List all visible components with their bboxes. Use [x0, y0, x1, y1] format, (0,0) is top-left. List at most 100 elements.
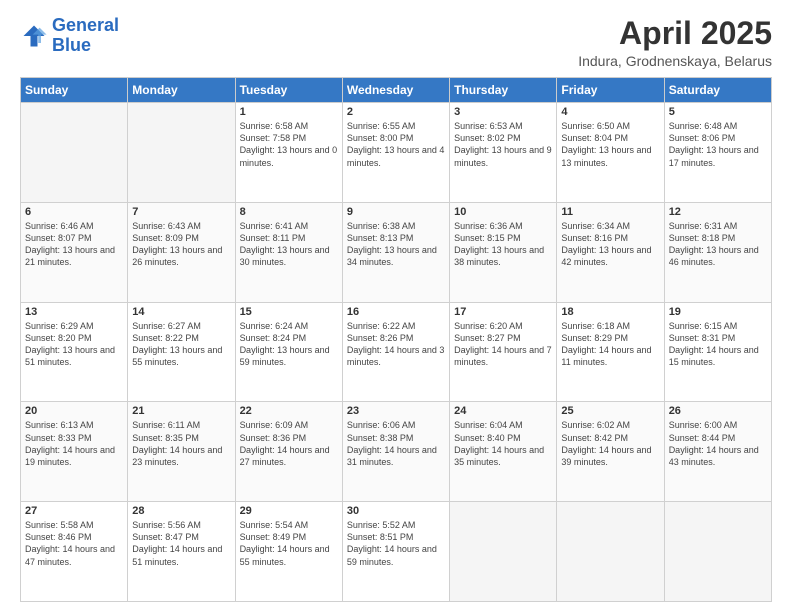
header: General Blue April 2025 Indura, Grodnens… [20, 16, 772, 69]
day-info: Sunrise: 6:09 AM Sunset: 8:36 PM Dayligh… [240, 419, 338, 468]
calendar-cell [450, 502, 557, 602]
day-info: Sunrise: 6:46 AM Sunset: 8:07 PM Dayligh… [25, 220, 123, 269]
weekday-header-tuesday: Tuesday [235, 78, 342, 103]
calendar-cell: 5 Sunrise: 6:48 AM Sunset: 8:06 PM Daylig… [664, 103, 771, 203]
calendar-cell: 20 Sunrise: 6:13 AM Sunset: 8:33 PM Dayli… [21, 402, 128, 502]
day-info: Sunrise: 6:20 AM Sunset: 8:27 PM Dayligh… [454, 320, 552, 369]
day-number: 15 [240, 306, 338, 318]
day-info: Sunrise: 6:31 AM Sunset: 8:18 PM Dayligh… [669, 220, 767, 269]
day-number: 9 [347, 206, 445, 218]
day-info: Sunrise: 6:11 AM Sunset: 8:35 PM Dayligh… [132, 419, 230, 468]
day-number: 26 [669, 405, 767, 417]
day-number: 27 [25, 505, 123, 517]
calendar-cell: 7 Sunrise: 6:43 AM Sunset: 8:09 PM Daylig… [128, 202, 235, 302]
day-info: Sunrise: 6:18 AM Sunset: 8:29 PM Dayligh… [561, 320, 659, 369]
day-number: 24 [454, 405, 552, 417]
day-info: Sunrise: 6:29 AM Sunset: 8:20 PM Dayligh… [25, 320, 123, 369]
calendar-cell: 14 Sunrise: 6:27 AM Sunset: 8:22 PM Dayli… [128, 302, 235, 402]
weekday-header-monday: Monday [128, 78, 235, 103]
calendar-cell: 2 Sunrise: 6:55 AM Sunset: 8:00 PM Daylig… [342, 103, 449, 203]
calendar-cell: 28 Sunrise: 5:56 AM Sunset: 8:47 PM Dayli… [128, 502, 235, 602]
calendar-body: 1Sunrise: 6:58 AM Sunset: 7:58 PM Daylig… [21, 103, 772, 602]
day-number: 16 [347, 306, 445, 318]
calendar-cell: 25 Sunrise: 6:02 AM Sunset: 8:42 PM Dayli… [557, 402, 664, 502]
calendar-cell [557, 502, 664, 602]
logo-line1: General [52, 15, 119, 35]
week-row-2: 6 Sunrise: 6:46 AM Sunset: 8:07 PM Daylig… [21, 202, 772, 302]
calendar-cell: 19Sunrise: 6:15 AM Sunset: 8:31 PM Dayli… [664, 302, 771, 402]
day-info: Sunrise: 6:04 AM Sunset: 8:40 PM Dayligh… [454, 419, 552, 468]
calendar-cell: 11 Sunrise: 6:34 AM Sunset: 8:16 PM Dayli… [557, 202, 664, 302]
day-info: Sunrise: 6:22 AM Sunset: 8:26 PM Dayligh… [347, 320, 445, 369]
day-info: Sunrise: 6:48 AM Sunset: 8:06 PM Dayligh… [669, 120, 767, 169]
day-number: 18 [561, 306, 659, 318]
day-info: Sunrise: 6:34 AM Sunset: 8:16 PM Dayligh… [561, 220, 659, 269]
day-info: Sunrise: 6:27 AM Sunset: 8:22 PM Dayligh… [132, 320, 230, 369]
calendar-cell: 27 Sunrise: 5:58 AM Sunset: 8:46 PM Dayli… [21, 502, 128, 602]
day-info: Sunrise: 6:13 AM Sunset: 8:33 PM Dayligh… [25, 419, 123, 468]
day-number: 25 [561, 405, 659, 417]
day-number: 3 [454, 106, 552, 118]
day-number: 29 [240, 505, 338, 517]
day-info: Sunrise: 5:56 AM Sunset: 8:47 PM Dayligh… [132, 519, 230, 568]
logo-line2: Blue [52, 35, 91, 55]
day-info: Sunrise: 5:58 AM Sunset: 8:46 PM Dayligh… [25, 519, 123, 568]
day-info: Sunrise: 6:38 AM Sunset: 8:13 PM Dayligh… [347, 220, 445, 269]
day-number: 5 [669, 106, 767, 118]
calendar-cell: 23Sunrise: 6:06 AM Sunset: 8:38 PM Dayli… [342, 402, 449, 502]
page: General Blue April 2025 Indura, Grodnens… [0, 0, 792, 612]
day-info: Sunrise: 6:43 AM Sunset: 8:09 PM Dayligh… [132, 220, 230, 269]
calendar-title: April 2025 [578, 16, 772, 51]
day-info: Sunrise: 6:50 AM Sunset: 8:04 PM Dayligh… [561, 120, 659, 169]
weekday-header-row: SundayMondayTuesdayWednesdayThursdayFrid… [21, 78, 772, 103]
calendar-cell: 12 Sunrise: 6:31 AM Sunset: 8:18 PM Dayli… [664, 202, 771, 302]
day-number: 11 [561, 206, 659, 218]
day-info: Sunrise: 6:36 AM Sunset: 8:15 PM Dayligh… [454, 220, 552, 269]
calendar-cell: 6 Sunrise: 6:46 AM Sunset: 8:07 PM Daylig… [21, 202, 128, 302]
calendar-cell: 18 Sunrise: 6:18 AM Sunset: 8:29 PM Dayli… [557, 302, 664, 402]
day-number: 6 [25, 206, 123, 218]
logo-text: General Blue [52, 16, 119, 56]
calendar-cell: 3 Sunrise: 6:53 AM Sunset: 8:02 PM Daylig… [450, 103, 557, 203]
day-number: 28 [132, 505, 230, 517]
calendar-cell: 13Sunrise: 6:29 AM Sunset: 8:20 PM Dayli… [21, 302, 128, 402]
calendar-cell: 8 Sunrise: 6:41 AM Sunset: 8:11 PM Daylig… [235, 202, 342, 302]
weekday-header-saturday: Saturday [664, 78, 771, 103]
logo-icon [20, 22, 48, 50]
logo: General Blue [20, 16, 119, 56]
calendar-cell: 4Sunrise: 6:50 AM Sunset: 8:04 PM Daylig… [557, 103, 664, 203]
day-number: 22 [240, 405, 338, 417]
day-number: 21 [132, 405, 230, 417]
day-info: Sunrise: 6:02 AM Sunset: 8:42 PM Dayligh… [561, 419, 659, 468]
calendar-cell: 26 Sunrise: 6:00 AM Sunset: 8:44 PM Dayli… [664, 402, 771, 502]
calendar-cell: 9 Sunrise: 6:38 AM Sunset: 8:13 PM Daylig… [342, 202, 449, 302]
week-row-3: 13Sunrise: 6:29 AM Sunset: 8:20 PM Dayli… [21, 302, 772, 402]
calendar-cell: 29Sunrise: 5:54 AM Sunset: 8:49 PM Dayli… [235, 502, 342, 602]
weekday-header-sunday: Sunday [21, 78, 128, 103]
calendar-cell: 30Sunrise: 5:52 AM Sunset: 8:51 PM Dayli… [342, 502, 449, 602]
day-number: 17 [454, 306, 552, 318]
day-info: Sunrise: 6:41 AM Sunset: 8:11 PM Dayligh… [240, 220, 338, 269]
day-number: 7 [132, 206, 230, 218]
day-number: 14 [132, 306, 230, 318]
calendar-cell: 21 Sunrise: 6:11 AM Sunset: 8:35 PM Dayli… [128, 402, 235, 502]
day-number: 8 [240, 206, 338, 218]
day-info: Sunrise: 6:55 AM Sunset: 8:00 PM Dayligh… [347, 120, 445, 169]
calendar-cell: 24 Sunrise: 6:04 AM Sunset: 8:40 PM Dayli… [450, 402, 557, 502]
week-row-5: 27 Sunrise: 5:58 AM Sunset: 8:46 PM Dayli… [21, 502, 772, 602]
day-info: Sunrise: 6:53 AM Sunset: 8:02 PM Dayligh… [454, 120, 552, 169]
calendar-cell: 17 Sunrise: 6:20 AM Sunset: 8:27 PM Dayli… [450, 302, 557, 402]
day-number: 12 [669, 206, 767, 218]
day-info: Sunrise: 6:58 AM Sunset: 7:58 PM Dayligh… [240, 120, 338, 169]
day-info: Sunrise: 6:00 AM Sunset: 8:44 PM Dayligh… [669, 419, 767, 468]
calendar-subtitle: Indura, Grodnenskaya, Belarus [578, 53, 772, 69]
weekday-header-wednesday: Wednesday [342, 78, 449, 103]
day-number: 20 [25, 405, 123, 417]
day-number: 10 [454, 206, 552, 218]
day-info: Sunrise: 6:24 AM Sunset: 8:24 PM Dayligh… [240, 320, 338, 369]
calendar-cell [664, 502, 771, 602]
calendar-cell: 16 Sunrise: 6:22 AM Sunset: 8:26 PM Dayli… [342, 302, 449, 402]
day-info: Sunrise: 6:15 AM Sunset: 8:31 PM Dayligh… [669, 320, 767, 369]
day-number: 2 [347, 106, 445, 118]
day-number: 23 [347, 405, 445, 417]
